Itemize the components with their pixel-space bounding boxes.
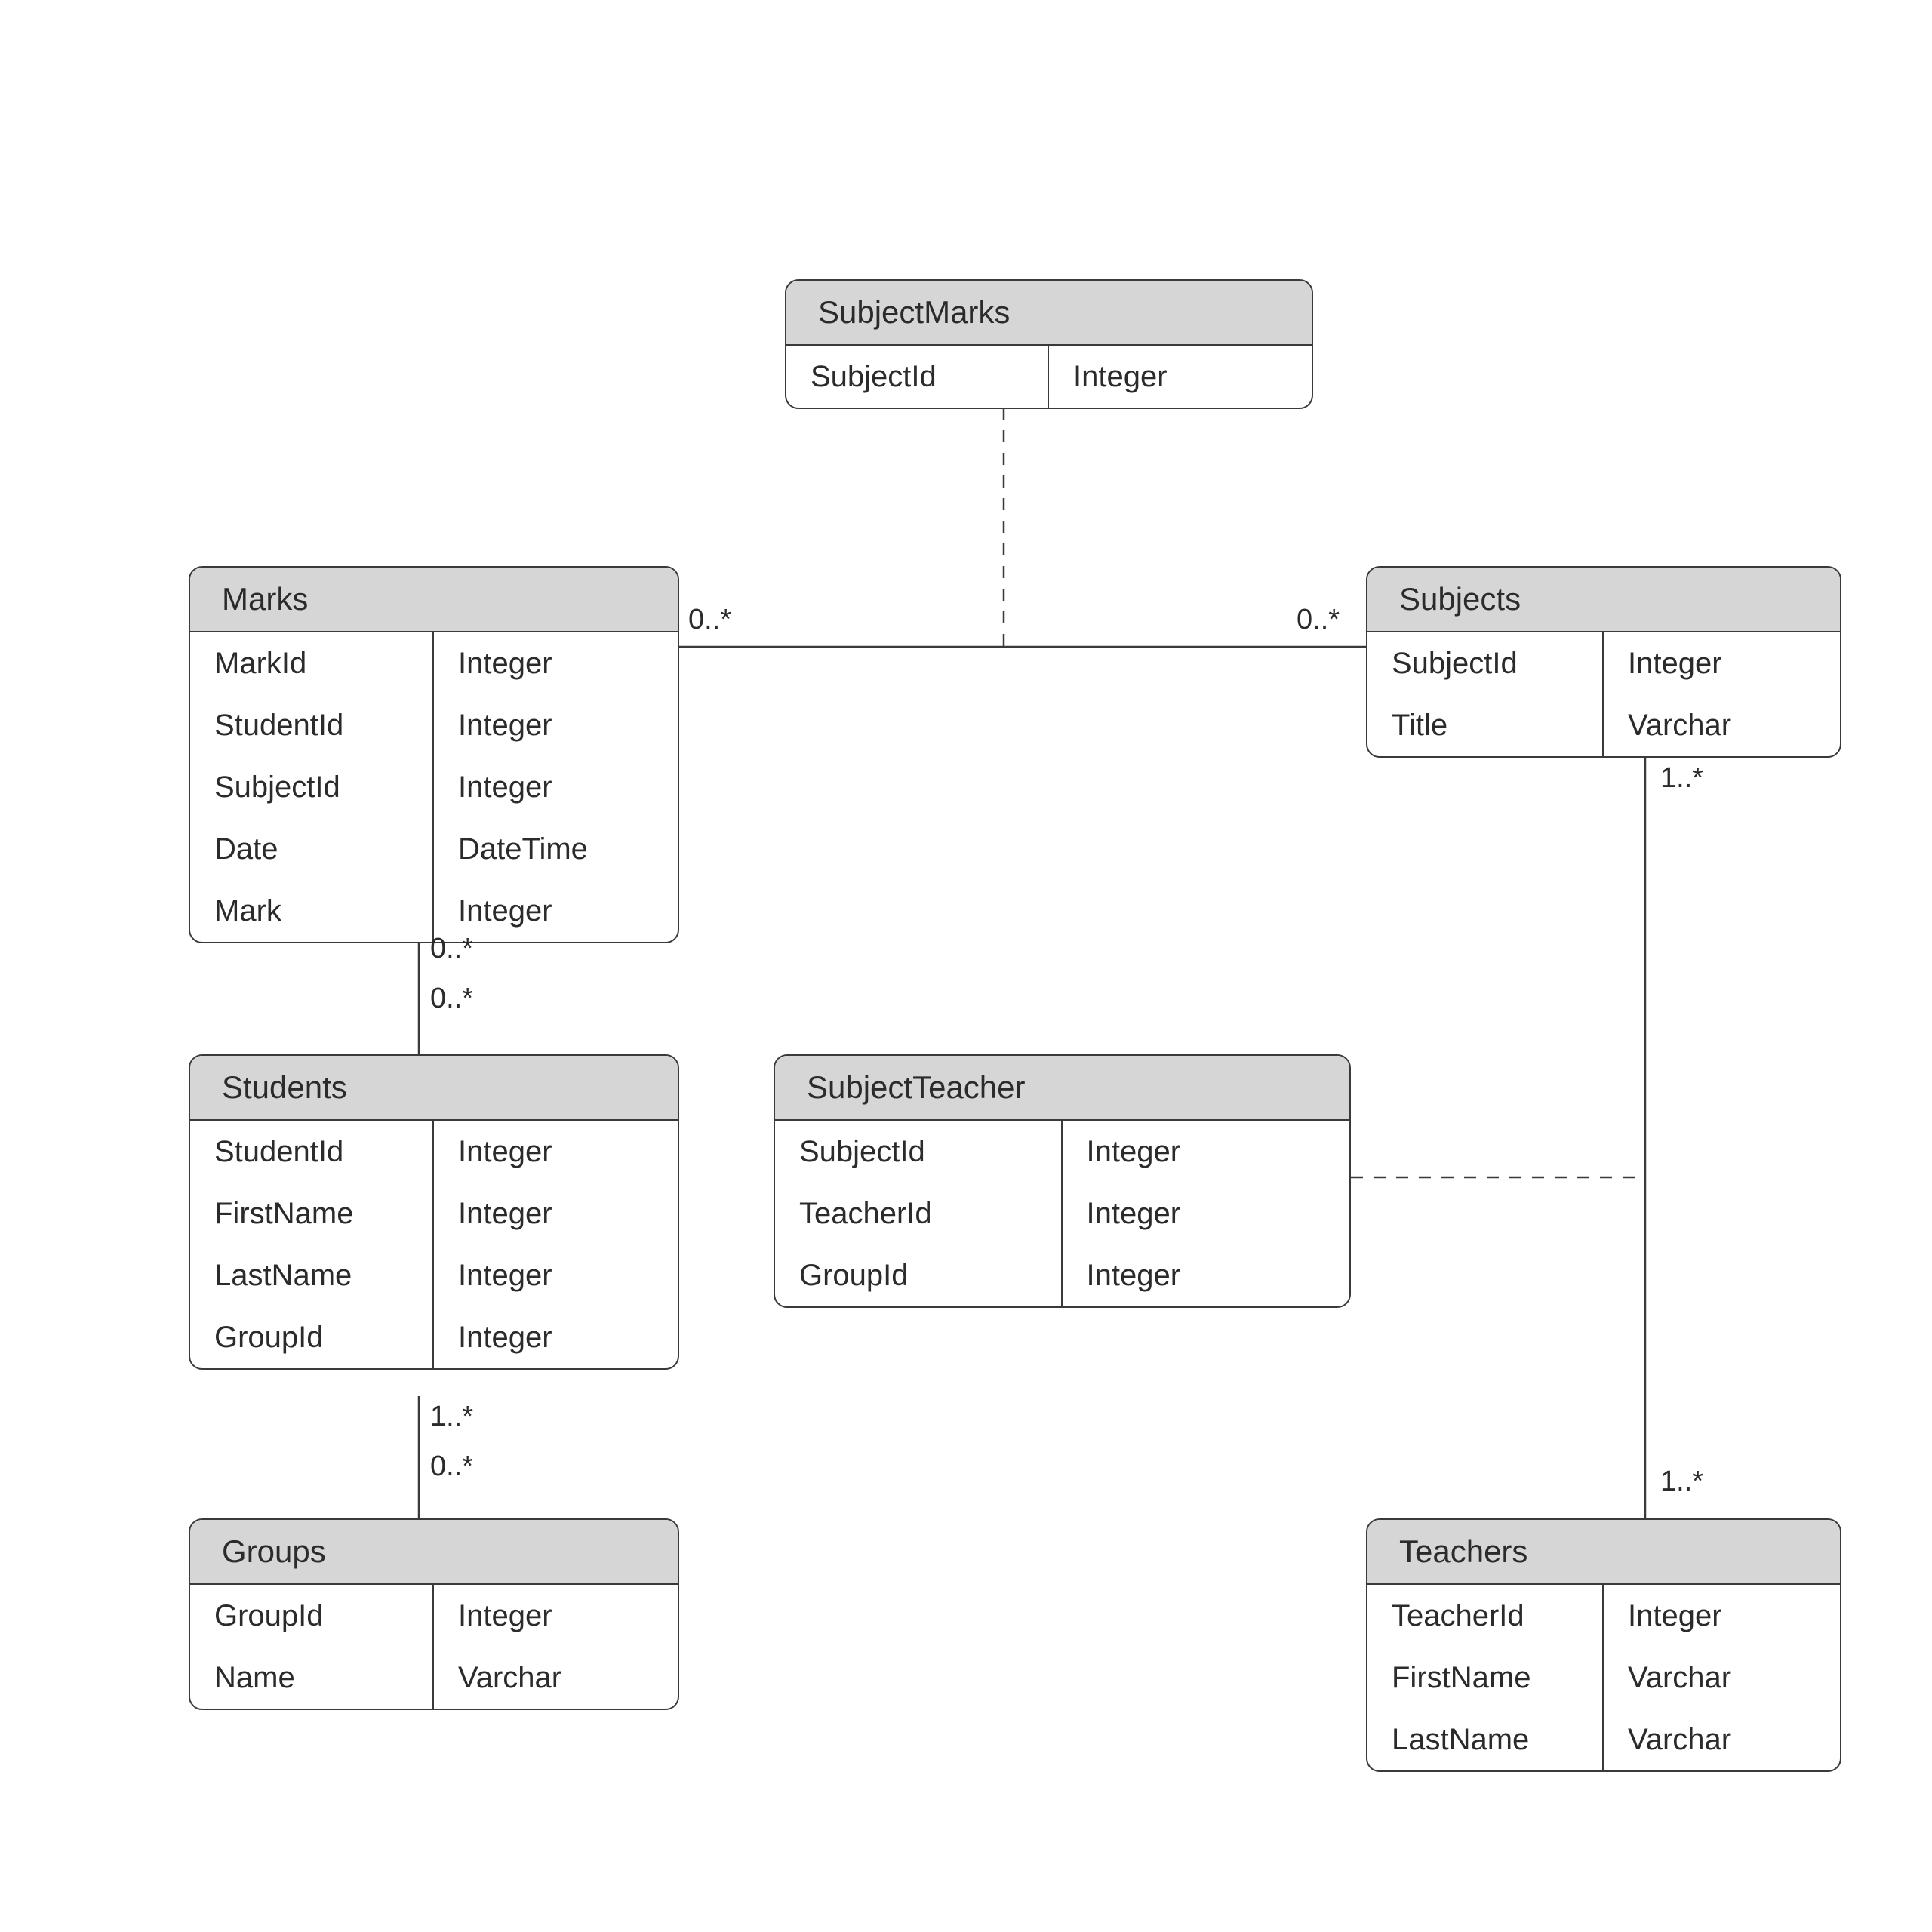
attr-name: LastName: [190, 1244, 434, 1306]
multiplicity-students-top: 0..*: [430, 983, 473, 1015]
attr-name: TeacherId: [1367, 1585, 1604, 1647]
entity-students: Students StudentId Integer FirstName Int…: [189, 1054, 679, 1370]
entity-subjectmarks: SubjectMarks SubjectId Integer: [785, 279, 1313, 409]
attr-name: SubjectId: [786, 346, 1049, 408]
attr-name: FirstName: [1367, 1647, 1604, 1709]
multiplicity-groups-top: 0..*: [430, 1451, 473, 1483]
attribute-row: StudentId Integer: [190, 1121, 678, 1183]
attr-name: Date: [190, 818, 434, 880]
attribute-row: TeacherId Integer: [775, 1183, 1349, 1244]
attr-type: Integer: [434, 1306, 678, 1368]
attr-name: Title: [1367, 694, 1604, 756]
multiplicity-subjects-bottom: 1..*: [1660, 762, 1703, 795]
attribute-row: SubjectId Integer: [1367, 632, 1840, 694]
attr-type: Integer: [1063, 1183, 1350, 1244]
attribute-row: LastName Varchar: [1367, 1709, 1840, 1770]
attribute-row: SubjectId Integer: [190, 756, 678, 818]
attr-name: GroupId: [190, 1585, 434, 1647]
entity-title: Marks: [190, 568, 678, 632]
attr-name: FirstName: [190, 1183, 434, 1244]
entity-teachers: Teachers TeacherId Integer FirstName Var…: [1366, 1518, 1841, 1772]
attr-type: DateTime: [434, 818, 678, 880]
attr-type: Integer: [1604, 632, 1840, 694]
entity-title: SubjectMarks: [786, 281, 1312, 346]
attr-type: Integer: [434, 1121, 678, 1183]
attr-name: StudentId: [190, 1121, 434, 1183]
entity-subjectteacher: SubjectTeacher SubjectId Integer Teacher…: [774, 1054, 1351, 1308]
entity-title: Subjects: [1367, 568, 1840, 632]
attribute-row: StudentId Integer: [190, 694, 678, 756]
attr-type: Integer: [434, 632, 678, 694]
attribute-row: Date DateTime: [190, 818, 678, 880]
attr-type: Integer: [1049, 346, 1312, 408]
attribute-row: Name Varchar: [190, 1647, 678, 1709]
attribute-row: FirstName Varchar: [1367, 1647, 1840, 1709]
attr-type: Varchar: [434, 1647, 678, 1709]
attr-name: Name: [190, 1647, 434, 1709]
attribute-row: TeacherId Integer: [1367, 1585, 1840, 1647]
multiplicity-subjects-left: 0..*: [1297, 604, 1340, 636]
entity-subjects: Subjects SubjectId Integer Title Varchar: [1366, 566, 1841, 758]
multiplicity-marks-bottom: 0..*: [430, 933, 473, 965]
attr-name: SubjectId: [775, 1121, 1063, 1183]
attr-name: StudentId: [190, 694, 434, 756]
attr-name: Mark: [190, 880, 434, 942]
attr-type: Integer: [434, 1244, 678, 1306]
attr-name: GroupId: [775, 1244, 1063, 1306]
attr-name: TeacherId: [775, 1183, 1063, 1244]
multiplicity-students-bottom: 1..*: [430, 1401, 473, 1433]
attr-type: Integer: [1604, 1585, 1840, 1647]
multiplicity-teachers-top: 1..*: [1660, 1466, 1703, 1498]
attribute-row: SubjectId Integer: [775, 1121, 1349, 1183]
attr-type: Integer: [434, 1585, 678, 1647]
entity-title: Teachers: [1367, 1520, 1840, 1585]
attr-type: Varchar: [1604, 1709, 1840, 1770]
attr-name: MarkId: [190, 632, 434, 694]
attribute-row: FirstName Integer: [190, 1183, 678, 1244]
attr-type: Varchar: [1604, 1647, 1840, 1709]
entity-title: SubjectTeacher: [775, 1056, 1349, 1121]
attribute-row: LastName Integer: [190, 1244, 678, 1306]
entity-title: Students: [190, 1056, 678, 1121]
attribute-row: MarkId Integer: [190, 632, 678, 694]
attr-type: Integer: [434, 694, 678, 756]
entity-groups: Groups GroupId Integer Name Varchar: [189, 1518, 679, 1710]
attribute-row: GroupId Integer: [190, 1585, 678, 1647]
attr-name: GroupId: [190, 1306, 434, 1368]
attr-name: SubjectId: [1367, 632, 1604, 694]
attribute-row: GroupId Integer: [190, 1306, 678, 1368]
attribute-row: GroupId Integer: [775, 1244, 1349, 1306]
attribute-row: Title Varchar: [1367, 694, 1840, 756]
attribute-row: SubjectId Integer: [786, 346, 1312, 408]
attr-name: LastName: [1367, 1709, 1604, 1770]
attr-type: Varchar: [1604, 694, 1840, 756]
entity-marks: Marks MarkId Integer StudentId Integer S…: [189, 566, 679, 943]
attr-type: Integer: [434, 756, 678, 818]
diagram-canvas: SubjectMarks SubjectId Integer Marks Mar…: [0, 0, 1932, 1932]
attr-type: Integer: [1063, 1244, 1350, 1306]
attr-name: SubjectId: [190, 756, 434, 818]
multiplicity-marks-right: 0..*: [688, 604, 731, 636]
attr-type: Integer: [1063, 1121, 1350, 1183]
entity-title: Groups: [190, 1520, 678, 1585]
attr-type: Integer: [434, 1183, 678, 1244]
